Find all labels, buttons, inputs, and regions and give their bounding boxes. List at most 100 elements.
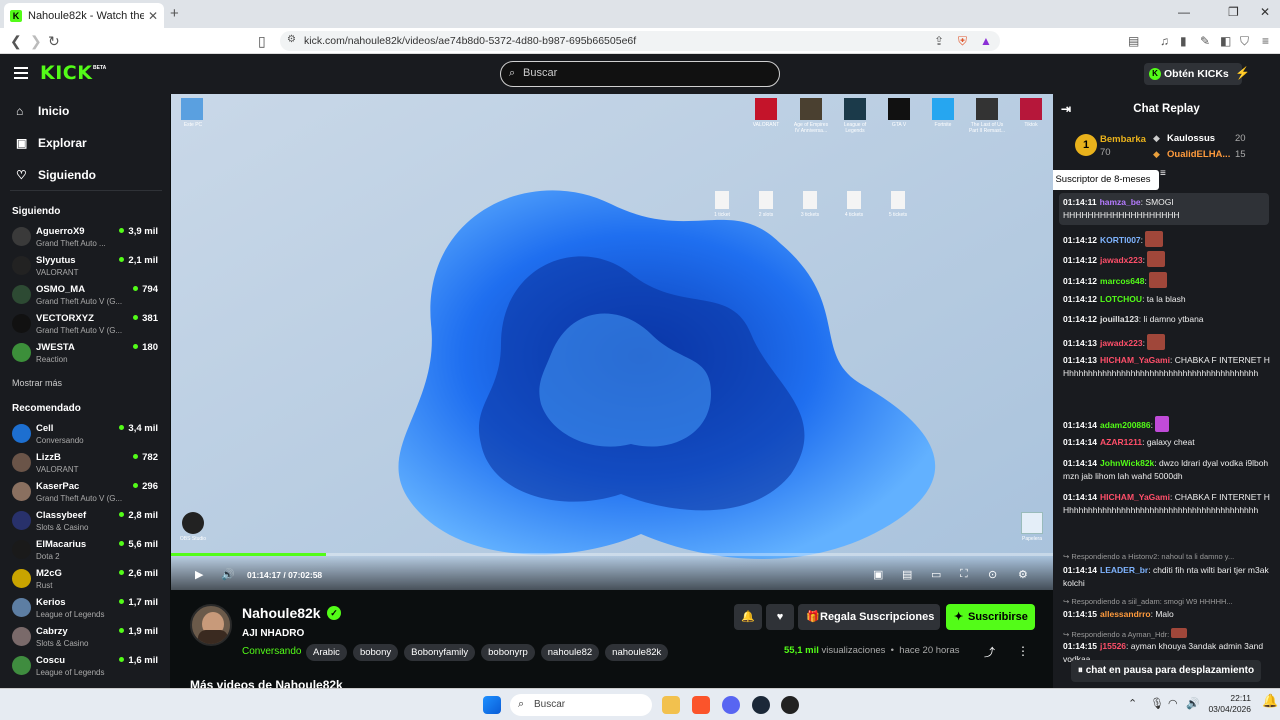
- taskbar-search[interactable]: ⌕ Buscar: [510, 694, 652, 716]
- video-player[interactable]: Este PC VALORANT Age of Empires IV Anniv…: [171, 94, 1053, 590]
- chat-message[interactable]: 01:14:14 JohnWick82k: dwzo ldrari dyal vo…: [1063, 457, 1271, 483]
- sidebar-item-explorar[interactable]: ▣ Explorar: [16, 136, 87, 150]
- channel-vectorxyz[interactable]: VECTORXYZ Grand Theft Auto V (G... 381: [12, 311, 162, 337]
- message-user[interactable]: LOTCHOU: [1100, 294, 1142, 304]
- reply-context[interactable]: ↪ Respondiendo a siil_adam: smogi W9 HHH…: [1063, 597, 1273, 606]
- chat-paused-button[interactable]: ⏸ chat en pausa para desplazamiento: [1071, 660, 1261, 682]
- channel-osmo-ma[interactable]: OSMO_MA Grand Theft Auto V (G... 794: [12, 282, 162, 308]
- channel-kaserpac[interactable]: KaserPac Grand Theft Auto V (G... 296: [12, 479, 162, 505]
- minimize-icon[interactable]: —: [1178, 5, 1190, 19]
- league-of-legends-icon[interactable]: [844, 98, 866, 120]
- brave-browser-icon[interactable]: [692, 696, 710, 714]
- sidebar-item-inicio[interactable]: ⌂ Inicio: [16, 104, 69, 118]
- tag[interactable]: nahoule82k: [605, 644, 669, 661]
- fortnite-icon[interactable]: [932, 98, 954, 120]
- settings-gear-icon[interactable]: ⚙: [1018, 568, 1028, 581]
- channel-avatar[interactable]: [190, 604, 232, 646]
- subscribe-button[interactable]: ✦ Suscribirse: [946, 604, 1035, 630]
- user-menu-icon[interactable]: ⚡: [1235, 66, 1250, 80]
- chat-message[interactable]: 01:14:13 jawadx223:: [1063, 334, 1271, 350]
- show-more-link[interactable]: Mostrar más: [12, 378, 62, 388]
- tiktok-icon[interactable]: [1020, 98, 1042, 120]
- channel-aguerrox9[interactable]: AguerroX9 Grand Theft Auto ... 3,9 mil: [12, 224, 162, 250]
- sidebar-item-siguiendo[interactable]: ♡ Siguiendo: [16, 168, 96, 182]
- sidebar-toggle-icon[interactable]: ▮: [1180, 34, 1187, 48]
- last-of-us-icon[interactable]: [976, 98, 998, 120]
- channel-elmacarius[interactable]: ElMacarius Dota 2 5,6 mil: [12, 537, 162, 563]
- tag[interactable]: bobonyrp: [481, 644, 535, 661]
- obs-taskbar-icon[interactable]: [781, 696, 799, 714]
- message-user[interactable]: allessandrro: [1100, 609, 1151, 619]
- channel-name[interactable]: Nahoule82k: [242, 605, 321, 621]
- chat-message[interactable]: 01:14:15 allessandrro: Malo: [1063, 608, 1271, 621]
- vpn-icon[interactable]: ⛉: [1240, 34, 1249, 49]
- more-options-icon[interactable]: ⋮: [1017, 644, 1029, 658]
- browser-tab[interactable]: K Nahoule82k - Watch the VOD o ✕: [4, 3, 164, 28]
- speed-icon[interactable]: ⊙: [988, 568, 997, 581]
- close-window-icon[interactable]: ✕: [1260, 5, 1270, 19]
- message-user[interactable]: JohnWick82k: [1100, 458, 1154, 468]
- get-kicks-button[interactable]: K Obtén KICKs: [1144, 63, 1242, 85]
- chat-message[interactable]: 01:14:14 adam200886:: [1063, 416, 1271, 432]
- chat-message[interactable]: 01:14:12 jawadx223:: [1063, 251, 1271, 267]
- channel-cabrzy[interactable]: Cabrzy Slots & Casino 1,9 mil: [12, 624, 162, 650]
- file-icon[interactable]: [715, 191, 729, 209]
- channel-lizzb[interactable]: LizzB VALORANT 782: [12, 450, 162, 476]
- wifi-icon[interactable]: ◠: [1168, 697, 1178, 710]
- reply-context[interactable]: ↪ Respondiendo a Ayman_Hdr:: [1063, 628, 1273, 639]
- channel-jwesta[interactable]: JWESTA Reaction 180: [12, 340, 162, 366]
- file-icon[interactable]: [803, 191, 817, 209]
- channel-coscu[interactable]: Coscu League of Legends 1,6 mil: [12, 653, 162, 679]
- chat-message[interactable]: 01:14:11 hamza_be: SMOGI HHHHHHHHHHHHHHHH…: [1063, 196, 1271, 222]
- tray-chevron-icon[interactable]: ⌃: [1128, 697, 1137, 710]
- message-user[interactable]: LEADER_br: [1100, 565, 1148, 575]
- wallet-icon[interactable]: ◧: [1220, 34, 1231, 48]
- chat-message[interactable]: 01:14:13 HICHAM_YaGami: CHABKA F INTERNET…: [1063, 354, 1271, 380]
- file-icon[interactable]: [759, 191, 773, 209]
- channel-m2cg[interactable]: M2cG Rust 2,6 mil: [12, 566, 162, 592]
- reload-icon[interactable]: ↻: [48, 33, 60, 50]
- chat-message[interactable]: 01:14:12 marcos648:: [1063, 272, 1271, 288]
- message-user[interactable]: HICHAM_YaGami: [1100, 492, 1170, 502]
- steam-icon[interactable]: [752, 696, 770, 714]
- extensions-icon[interactable]: ✎: [1200, 34, 1210, 48]
- obs-icon[interactable]: [182, 512, 204, 534]
- kick-logo[interactable]: KICK: [40, 62, 92, 84]
- message-user[interactable]: KORTI007: [1100, 235, 1141, 245]
- tag[interactable]: Arabic: [306, 644, 347, 661]
- message-user[interactable]: jouilla123: [1100, 314, 1139, 324]
- valorant-icon[interactable]: [755, 98, 777, 120]
- microphone-icon[interactable]: 🎙: [1150, 697, 1164, 710]
- notification-bell-button[interactable]: 🔔: [734, 604, 762, 630]
- pip-icon[interactable]: ▭: [931, 568, 941, 581]
- message-user[interactable]: hamza_be: [1100, 197, 1141, 207]
- chat-message[interactable]: 01:14:14 LEADER_br: chditi fih nta wilti …: [1063, 564, 1271, 590]
- menu-icon[interactable]: ≡: [1262, 34, 1269, 48]
- speaker-icon[interactable]: 🔊: [1186, 697, 1200, 710]
- play-icon[interactable]: ▶: [195, 568, 203, 581]
- bookmark-icon[interactable]: ▯: [258, 33, 266, 50]
- message-user[interactable]: adam200886: [1100, 420, 1151, 430]
- message-user[interactable]: jawadx223: [1100, 255, 1143, 265]
- share-icon[interactable]: ⤴: [984, 644, 995, 660]
- reply-context[interactable]: ↪ Respondiendo a Histonv2: nahoul ta li …: [1063, 552, 1273, 561]
- filter-icon[interactable]: ≡: [1160, 168, 1166, 179]
- tag[interactable]: Bobonyfamily: [404, 644, 476, 661]
- fullscreen-icon[interactable]: ⛶: [960, 568, 968, 581]
- tag[interactable]: bobony: [352, 644, 399, 661]
- clip-icon[interactable]: ▤: [902, 568, 912, 581]
- music-icon[interactable]: ♫: [1160, 34, 1169, 48]
- message-user[interactable]: jawadx223: [1100, 338, 1143, 348]
- theater-mode-icon[interactable]: ▣: [873, 568, 883, 581]
- leaderboard-name[interactable]: Kaulossus: [1167, 133, 1215, 144]
- gift-subs-button[interactable]: 🎁 Regala Suscripciones: [798, 604, 940, 630]
- brave-shield-icon[interactable]: ⛨: [958, 34, 967, 49]
- stream-category[interactable]: Conversando: [242, 646, 301, 657]
- close-tab-icon[interactable]: ✕: [148, 9, 158, 23]
- chat-message[interactable]: 01:14:14 HICHAM_YaGami: CHABKA F INTERNET…: [1063, 491, 1271, 517]
- file-explorer-icon[interactable]: [662, 696, 680, 714]
- site-info-icon[interactable]: ⚙: [287, 34, 296, 45]
- leaderboard-name[interactable]: OualidELHA...: [1167, 149, 1230, 160]
- taskbar-clock[interactable]: 22:11 03/04/2026: [1205, 693, 1251, 715]
- message-user[interactable]: HICHAM_YaGami: [1100, 355, 1170, 365]
